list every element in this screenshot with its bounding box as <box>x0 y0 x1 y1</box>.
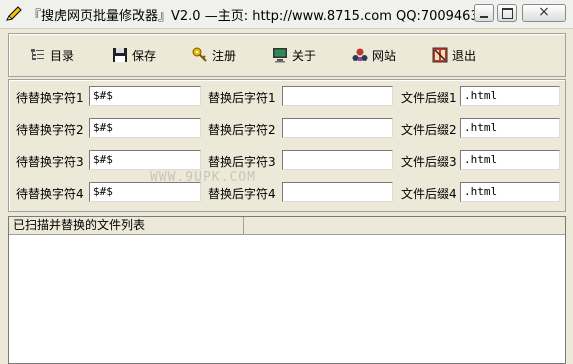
replace-input-3[interactable] <box>282 150 393 170</box>
find-label-4: 待替换字符4 <box>16 187 84 201</box>
list-column-header[interactable]: 已扫描并替换的文件列表 <box>9 217 244 234</box>
scanned-file-list[interactable]: 已扫描并替换的文件列表 <box>8 216 566 364</box>
find-input-4[interactable]: $#$ <box>89 182 201 202</box>
replace-input-1[interactable] <box>282 86 393 106</box>
register-label: 注册 <box>212 48 237 63</box>
minimize-button[interactable] <box>474 4 494 22</box>
ext-label-3: 文件后缀3 <box>401 155 457 169</box>
ext-input-2[interactable]: .html <box>460 118 560 138</box>
close-icon: × <box>538 4 550 20</box>
replace-label-3: 替换后字符3 <box>208 155 276 169</box>
ext-input-1[interactable]: .html <box>460 86 560 106</box>
app-pencil-icon <box>5 5 23 23</box>
find-label-3: 待替换字符3 <box>16 155 84 169</box>
toolbar: 目录 保存 注册 关于 网站 退出 <box>8 33 566 77</box>
about-label: 关于 <box>292 48 317 63</box>
save-icon <box>112 47 128 63</box>
close-button[interactable]: × <box>522 4 566 22</box>
find-input-3[interactable]: $#$ <box>89 150 201 170</box>
website-button[interactable]: 网站 <box>352 46 396 64</box>
ext-label-1: 文件后缀1 <box>401 91 457 105</box>
ext-label-2: 文件后缀2 <box>401 123 457 137</box>
exit-button[interactable]: 退出 <box>432 46 476 64</box>
replace-label-4: 替换后字符4 <box>208 187 276 201</box>
exit-icon <box>432 47 448 63</box>
find-input-1[interactable]: $#$ <box>89 86 201 106</box>
replace-label-2: 替换后字符2 <box>208 123 276 137</box>
find-input-2[interactable]: $#$ <box>89 118 201 138</box>
list-header: 已扫描并替换的文件列表 <box>9 217 565 235</box>
monitor-icon <box>272 47 288 63</box>
save-label: 保存 <box>132 48 157 63</box>
ext-input-3[interactable]: .html <box>460 150 560 170</box>
window-title: 『搜虎网页批量修改器』V2.0 —主页: http://www.8715.com… <box>28 9 487 24</box>
replace-input-4[interactable] <box>282 182 393 202</box>
website-icon <box>352 47 368 63</box>
ext-label-4: 文件后缀4 <box>401 187 457 201</box>
directory-button[interactable]: 目录 <box>30 46 74 64</box>
replace-label-1: 替换后字符1 <box>208 91 276 105</box>
replace-input-2[interactable] <box>282 118 393 138</box>
watermark-text: WWW.9UPK.COM <box>150 170 256 185</box>
exit-label: 退出 <box>452 48 477 63</box>
register-button[interactable]: 注册 <box>192 46 236 64</box>
directory-label: 目录 <box>50 48 75 63</box>
find-label-1: 待替换字符1 <box>16 91 84 105</box>
replace-fields-panel: 待替换字符1 $#$ 替换后字符1 文件后缀1 .html 待替换字符2 $#$… <box>8 79 566 212</box>
about-button[interactable]: 关于 <box>272 46 316 64</box>
ext-input-4[interactable]: .html <box>460 182 560 202</box>
key-icon <box>192 47 208 63</box>
save-button[interactable]: 保存 <box>112 46 156 64</box>
directory-icon <box>30 47 46 63</box>
find-label-2: 待替换字符2 <box>16 123 84 137</box>
maximize-button[interactable] <box>497 4 517 22</box>
website-label: 网站 <box>372 48 397 63</box>
title-bar[interactable]: 『搜虎网页批量修改器』V2.0 —主页: http://www.8715.com… <box>0 0 573 29</box>
